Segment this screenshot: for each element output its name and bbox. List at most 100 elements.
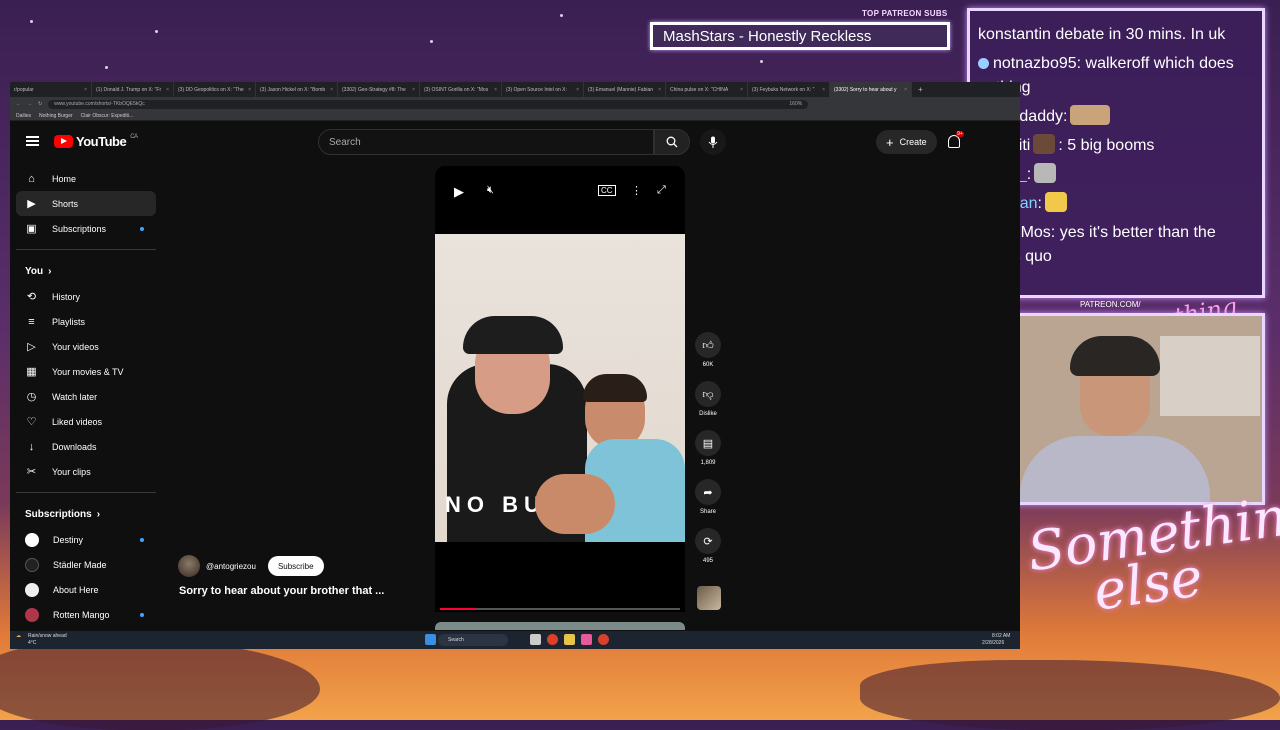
bookmark[interactable]: Dailies [16, 113, 31, 119]
progress-bar[interactable] [440, 608, 680, 610]
forward-icon[interactable]: → [27, 101, 32, 107]
captions-icon[interactable]: CC [598, 185, 616, 196]
short-actions: 👍︎ 60K 👎︎ Dislike ▤ 1,809 ➦ Share ⟳ 495 [693, 332, 723, 577]
sidebar-item-history[interactable]: ⟲ History [16, 284, 156, 309]
remix-count: 495 [702, 558, 713, 564]
sidebar-item-clips[interactable]: ✂ Your clips [16, 459, 156, 484]
fullscreen-icon[interactable]: ⤢ [657, 184, 666, 197]
new-tab-icon[interactable]: + [918, 85, 923, 94]
file-explorer-icon[interactable] [564, 634, 575, 645]
mute-icon[interactable]: 🔇︎ [487, 184, 494, 197]
share-button[interactable]: ➦ [695, 479, 721, 505]
close-icon[interactable]: × [494, 87, 497, 93]
like-button[interactable]: 👍︎ [695, 332, 721, 358]
plus-icon: + [886, 134, 894, 150]
sidebar-item-downloads[interactable]: ↓ Downloads [16, 434, 156, 459]
home-icon: ⌂ [28, 172, 35, 185]
windows-start-icon[interactable] [425, 634, 436, 645]
comments-button[interactable]: ▤ [695, 430, 721, 456]
taskbar-search[interactable]: Search [438, 634, 508, 646]
comment-count: 1,809 [700, 460, 716, 466]
close-icon[interactable]: × [576, 87, 579, 93]
reload-icon[interactable]: ↻ [38, 101, 42, 107]
bookmarks-bar: Dailies Nothing Burger Clair Obscur: Exp… [10, 111, 1020, 121]
back-icon[interactable]: ← [16, 101, 21, 107]
sidebar-item-playlists[interactable]: ≡ Playlists [16, 309, 156, 334]
watch-later-icon: ◷ [26, 391, 37, 403]
browser-tab[interactable]: (3) DD Geopolitics on X: "The × [174, 82, 256, 97]
url-field[interactable]: www.youtube.com/shorts/-TKbOQE5kQc 160% [48, 99, 809, 109]
remix-action: ⟳ 495 [693, 528, 723, 577]
channel-name[interactable]: @antogriezou [206, 562, 256, 571]
browser-tab[interactable]: (3) Emanuel (Mannie) Fabian × [584, 82, 666, 97]
play-icon[interactable]: ▶ [454, 184, 464, 200]
browser-tab[interactable]: China pulse on X: "CHINA × [666, 82, 748, 97]
close-icon[interactable]: × [740, 87, 743, 93]
browser-tab[interactable]: (3302) Geo-Strategy #8: The × [338, 82, 420, 97]
sidebar-channel-rotten-mango[interactable]: Rotten Mango [16, 602, 156, 627]
browser-window: r/popular × (1) Donald J. Trump on X: "Fr… [10, 82, 1020, 649]
close-icon[interactable]: × [822, 87, 825, 93]
sidebar-item-label: Städler Made [53, 559, 107, 570]
close-icon[interactable]: × [412, 87, 415, 93]
star [760, 60, 763, 63]
subscribe-button[interactable]: Subscribe [267, 556, 324, 576]
weather-icon: ☁ [16, 633, 21, 639]
browser-tab[interactable]: (3) Feybuks Network on X: " × [748, 82, 830, 97]
chrome-icon[interactable] [598, 634, 609, 645]
emote-icon [1034, 163, 1057, 183]
shorts-icon: ▶ [27, 198, 36, 210]
search-button[interactable] [654, 129, 690, 155]
chrome-icon[interactable] [547, 634, 558, 645]
sidebar-subscriptions-heading[interactable]: Subscriptions › [16, 501, 156, 527]
browser-tab[interactable]: r/popular × [10, 82, 92, 97]
video-letterbox [435, 542, 685, 612]
sidebar-item-watch-later[interactable]: ◷ Watch later [16, 384, 156, 409]
task-view-icon[interactable] [530, 634, 541, 645]
browser-tab[interactable]: (3) OSINT Gorilla on X: "Mos × [420, 82, 502, 97]
close-icon[interactable]: × [330, 87, 333, 93]
close-icon[interactable]: × [904, 87, 907, 93]
create-button[interactable]: + Create [876, 130, 937, 154]
sidebar-channel-about-here[interactable]: About Here [16, 577, 156, 602]
chat-text: : [1026, 166, 1032, 183]
avatar [25, 607, 39, 622]
browser-tab[interactable]: (1) Donald J. Trump on X: "Fr × [92, 82, 174, 97]
youtube-logo[interactable]: YouTube CA [54, 134, 138, 149]
search-input[interactable]: Search [318, 129, 654, 155]
sidebar-item-home[interactable]: ⌂ Home [16, 166, 156, 191]
bookmark[interactable]: Clair Obscur: Expediti... [81, 113, 134, 119]
menu-icon[interactable] [26, 136, 39, 146]
voice-search-button[interactable] [700, 129, 726, 155]
channel-avatar[interactable] [178, 555, 200, 577]
browser-tab[interactable]: (3) Jason Hickel on X: "Bomb × [256, 82, 338, 97]
short-video-frame[interactable]: NO BUL [435, 234, 685, 542]
something-else-wordmark: Something else [1024, 480, 1280, 624]
sidebar-item-subscriptions[interactable]: ▣ Subscriptions [16, 216, 156, 241]
close-icon[interactable]: × [658, 87, 661, 93]
app-icon[interactable] [581, 634, 592, 645]
dislike-label: Dislike [699, 411, 717, 417]
browser-tab[interactable]: (3) Open Source Intel on X: × [502, 82, 584, 97]
remix-button[interactable]: ⟳ [695, 528, 721, 554]
browser-tab-active[interactable]: (3302) Sorry to hear about y × [830, 82, 912, 97]
more-options-icon[interactable]: ⋮ [631, 184, 642, 197]
sidebar-channel-stadler[interactable]: Städler Made [16, 552, 156, 577]
sidebar-channel-destiny[interactable]: Destiny [16, 527, 156, 552]
sidebar-item-your-videos[interactable]: ▷ Your videos [16, 334, 156, 359]
taskbar-icons [425, 634, 436, 645]
close-icon[interactable]: × [248, 87, 251, 93]
tab-title: China pulse on X: "CHINA [670, 86, 729, 93]
search-placeholder: Search [329, 136, 361, 148]
sidebar-item-liked[interactable]: ♡ Liked videos [16, 409, 156, 434]
sidebar-item-shorts[interactable]: ▶ Shorts [16, 191, 156, 216]
close-icon[interactable]: × [166, 87, 169, 93]
dislike-button[interactable]: 👎︎ [695, 381, 721, 407]
next-short-preview[interactable] [435, 622, 685, 630]
sidebar-you-heading[interactable]: You › [16, 258, 156, 284]
sidebar-item-movies[interactable]: ▦ Your movies & TV [16, 359, 156, 384]
close-icon[interactable]: × [84, 87, 87, 93]
sidebar: ⌂ Home ▶ Shorts ▣ Subscriptions You › ⟲ Histo… [16, 166, 156, 627]
audio-thumbnail[interactable] [697, 586, 721, 610]
bookmark[interactable]: Nothing Burger [39, 113, 73, 119]
